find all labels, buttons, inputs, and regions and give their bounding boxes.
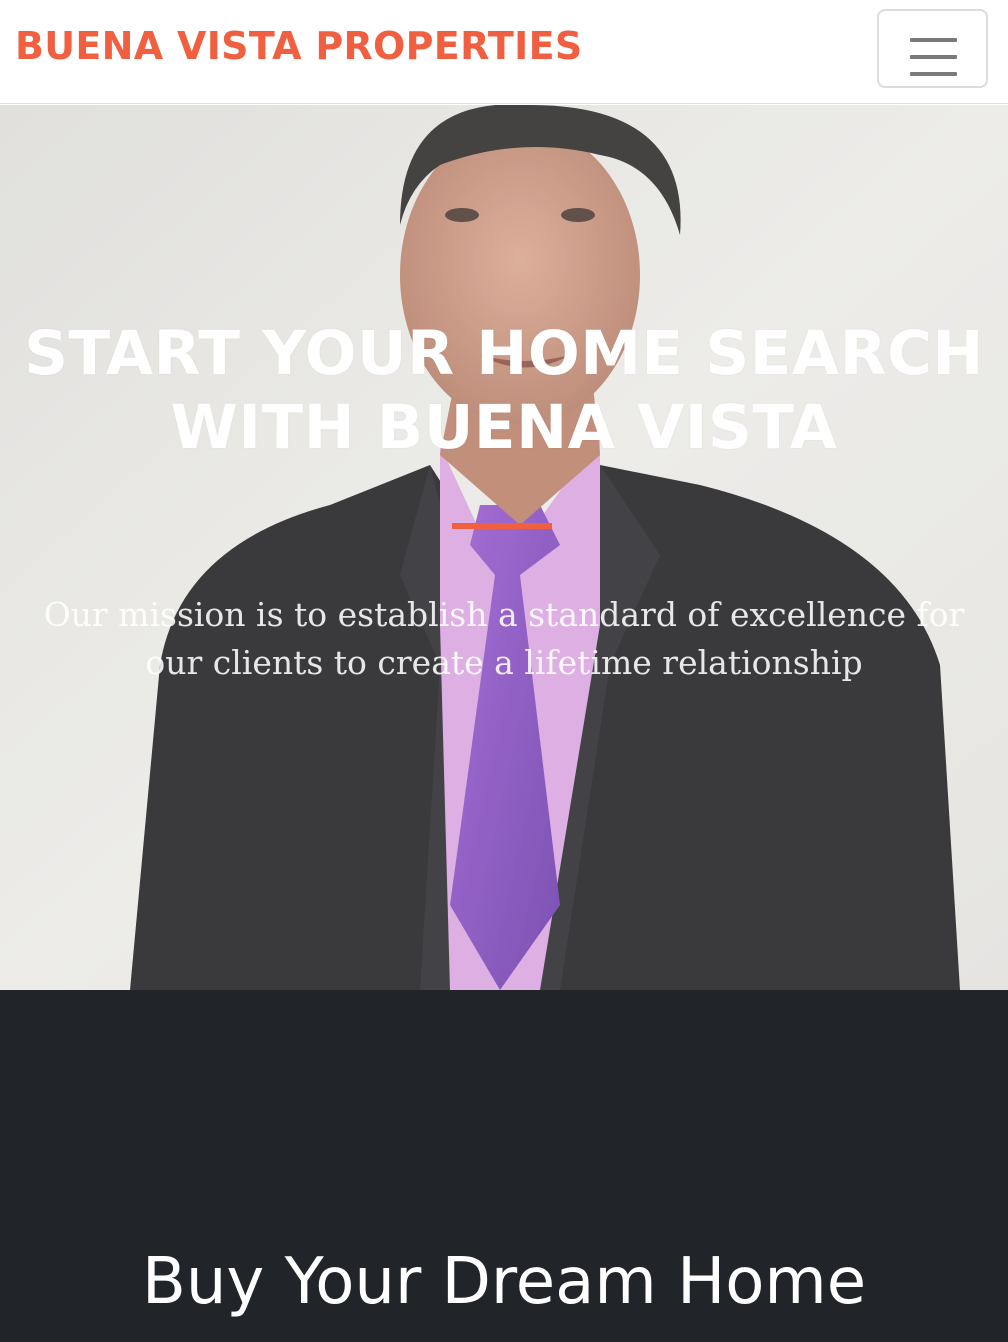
hero-section: START YOUR HOME SEARCH WITH BUENA VISTA … <box>0 105 1008 990</box>
brand-link[interactable]: BUENA VISTA PROPERTIES <box>15 24 583 68</box>
hero-divider <box>452 523 552 529</box>
hero-mission-text: Our mission is to establish a standard o… <box>43 595 965 682</box>
services-title: Buy Your Dream Home <box>141 1245 867 1319</box>
hamburger-menu-icon <box>910 38 957 76</box>
hero-overlay <box>0 105 1008 990</box>
menu-toggle-button[interactable] <box>877 9 988 88</box>
hero-title: START YOUR HOME SEARCH WITH BUENA VISTA <box>24 318 984 463</box>
services-section: Buy Your Dream Home <box>0 990 1008 1342</box>
navbar: BUENA VISTA PROPERTIES <box>0 0 1008 104</box>
